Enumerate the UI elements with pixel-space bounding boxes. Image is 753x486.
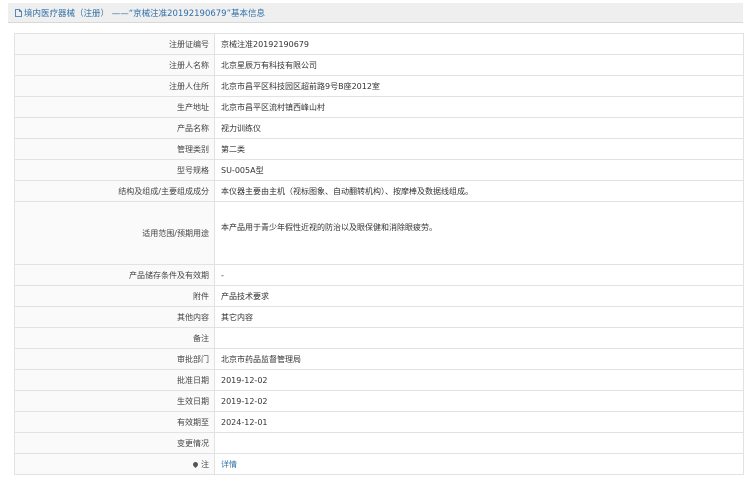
row-label: 适用范围/预期用途 [14,201,215,265]
row-label: 结构及组成/主要组成成分 [14,180,215,202]
table-row: 审批部门 北京市药品监督管理局 [14,348,744,370]
row-value: 2024-12-01 [214,411,744,433]
row-value: 本仪器主要由主机（视标图象、自动翻转机构）、按摩棒及数据线组成。 [214,180,744,202]
row-label: 有效期至 [14,411,215,433]
table-row: 型号规格 SU-005A型 [14,159,744,181]
table-row: 注册人名称 北京星辰万有科技有限公司 [14,54,744,76]
row-label: 备注 [14,327,215,349]
table-row: 管理类别 第二类 [14,138,744,160]
section-title-bar: 境内医疗器械（注册） ——“京械注准20192190679”基本信息 [8,3,743,23]
row-value: 第二类 [214,138,744,160]
row-label: 产品储存条件及有效期 [14,264,215,286]
row-value: - [214,264,744,286]
row-value: 2019-12-02 [214,369,744,391]
row-label: 批准日期 [14,369,215,391]
info-table: 注册证编号 京械注准20192190679 注册人名称 北京星辰万有科技有限公司… [14,33,744,475]
row-value: SU-005A型 [214,159,744,181]
table-row: 生产地址 北京市昌平区流村镇西峰山村 [14,96,744,118]
table-row: 产品名称 视力训练仪 [14,117,744,139]
row-value: 本产品用于青少年假性近视的防治以及眼保健和消除眼疲劳。 [214,201,744,265]
row-label: 注册证编号 [14,33,215,55]
row-label: 型号规格 [14,159,215,181]
table-row: 批准日期 2019-12-02 [14,369,744,391]
table-row: 有效期至 2024-12-01 [14,411,744,433]
row-value: 北京市昌平区科技园区超前路9号B座2012室 [214,75,744,97]
table-row: 注册人住所 北京市昌平区科技园区超前路9号B座2012室 [14,75,744,97]
table-row: 适用范围/预期用途 本产品用于青少年假性近视的防治以及眼保健和消除眼疲劳。 [14,201,744,265]
table-row: 其他内容 其它内容 [14,306,744,328]
row-label: 变更情况 [14,432,215,454]
row-label: 注 [201,459,209,469]
row-value: 北京市昌平区流村镇西峰山村 [214,96,744,118]
table-row: 附件 产品技术要求 [14,285,744,307]
document-icon [15,8,22,17]
table-row: 注 详情 [14,453,744,475]
row-label: 产品名称 [14,117,215,139]
table-row: 变更情况 [14,432,744,454]
table-row: 备注 [14,327,744,349]
row-value: 其它内容 [214,306,744,328]
row-label: 生效日期 [14,390,215,412]
row-label: 注册人住所 [14,75,215,97]
row-value [214,327,744,349]
row-value: 京械注准20192190679 [214,33,744,55]
table-row: 生效日期 2019-12-02 [14,390,744,412]
row-label: 管理类别 [14,138,215,160]
row-label: 其他内容 [14,306,215,328]
row-label: 附件 [14,285,215,307]
page-title: 境内医疗器械（注册） ——“京械注准20192190679”基本信息 [24,8,265,19]
map-pin-icon [191,460,200,468]
table-row: 注册证编号 京械注准20192190679 [14,33,744,55]
row-label: 生产地址 [14,96,215,118]
row-value: 视力训练仪 [214,117,744,139]
note-label-cell: 注 [14,453,215,475]
row-label: 审批部门 [14,348,215,370]
table-row: 结构及组成/主要组成成分 本仪器主要由主机（视标图象、自动翻转机构）、按摩棒及数… [14,180,744,202]
row-value [214,432,744,454]
row-value: 2019-12-02 [214,390,744,412]
row-value: 北京市药品监督管理局 [214,348,744,370]
row-label: 注册人名称 [14,54,215,76]
table-row: 产品储存条件及有效期 - [14,264,744,286]
row-value: 详情 [214,453,744,475]
details-link[interactable]: 详情 [221,460,237,469]
row-value: 产品技术要求 [214,285,744,307]
row-value: 北京星辰万有科技有限公司 [214,54,744,76]
